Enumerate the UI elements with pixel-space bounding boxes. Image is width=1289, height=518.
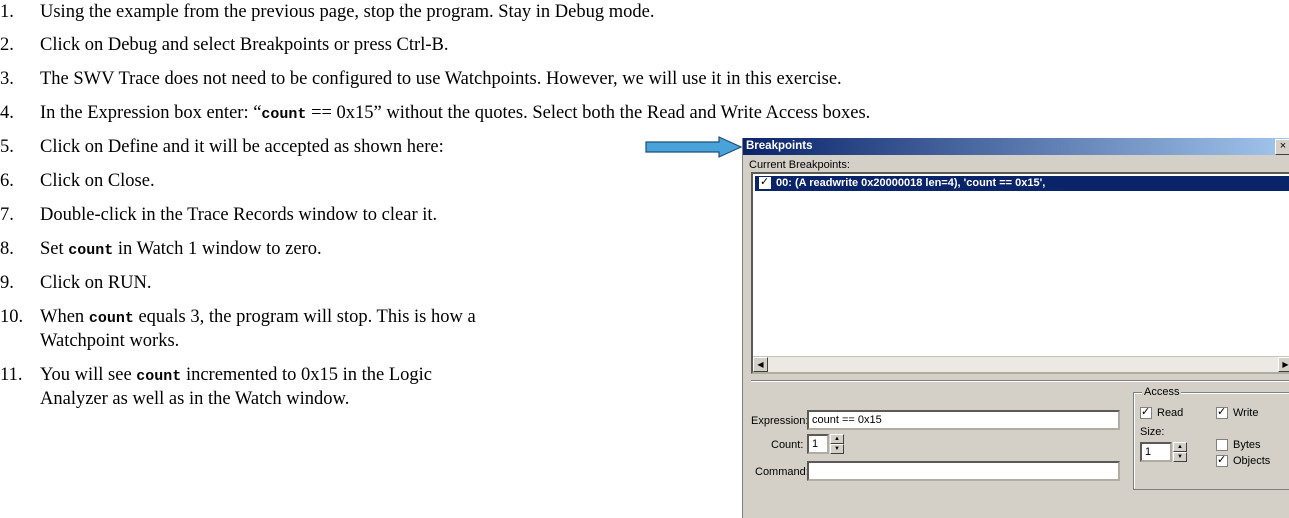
- read-checkbox[interactable]: Read: [1140, 405, 1183, 420]
- step-text: You will see count incremented to 0x15 i…: [40, 365, 433, 385]
- breakpoints-list[interactable]: 00: (A readwrite 0x20000018 len=4), 'cou…: [751, 172, 1289, 374]
- count-label: Count:: [771, 439, 804, 451]
- divider: [751, 380, 1289, 382]
- step-text: Watchpoint works.: [40, 331, 180, 351]
- dialog-title: Breakpoints: [746, 140, 813, 152]
- code-count: count: [68, 242, 114, 259]
- step-number: 1.: [0, 2, 14, 22]
- access-title: Access: [1142, 386, 1182, 398]
- step-number: 10.: [0, 307, 24, 327]
- step-text: Analyzer as well as in the Watch window.: [40, 389, 350, 409]
- step-text: Double-click in the Trace Records window…: [40, 205, 438, 225]
- step-text: In the Expression box enter: “count == 0…: [40, 103, 871, 123]
- size-label: Size:: [1140, 426, 1165, 438]
- step-text: Click on Define and it will be accepted …: [40, 137, 444, 157]
- close-icon[interactable]: ×: [1275, 139, 1289, 155]
- step-text: Click on Close.: [40, 171, 155, 191]
- step-text: Click on RUN.: [40, 273, 152, 293]
- expression-input[interactable]: count == 0x15: [807, 410, 1120, 430]
- command-label: Command:: [755, 466, 809, 478]
- step-number: 2.: [0, 35, 14, 55]
- step-text: Set count in Watch 1 window to zero.: [40, 239, 322, 259]
- count-input[interactable]: 1: [807, 434, 829, 454]
- write-check[interactable]: [1216, 405, 1228, 420]
- step-number: 9.: [0, 273, 14, 293]
- code-count: count: [136, 368, 182, 385]
- step-number: 8.: [0, 239, 14, 259]
- write-checkbox[interactable]: Write: [1216, 405, 1258, 420]
- step-number: 11.: [0, 365, 23, 385]
- current-breakpoints-label: Current Breakpoints:: [749, 159, 850, 171]
- document-page: 1. Using the example from the previous p…: [0, 0, 1289, 518]
- size-spinner[interactable]: ▲ ▼: [1173, 442, 1187, 462]
- objects-radio[interactable]: Objects: [1216, 453, 1270, 468]
- step-text: Click on Debug and select Breakpoints or…: [40, 35, 449, 55]
- step-number: 3.: [0, 69, 14, 89]
- step-number: 4.: [0, 103, 14, 123]
- scroll-left-icon[interactable]: ◀: [753, 357, 768, 372]
- horizontal-scrollbar[interactable]: ◀ ▶: [753, 356, 1289, 372]
- arrow-right-icon: [645, 136, 743, 158]
- breakpoint-entry[interactable]: 00: (A readwrite 0x20000018 len=4), 'cou…: [755, 175, 1289, 191]
- step-text: The SWV Trace does not need to be config…: [40, 69, 842, 89]
- step-text: When count equals 3, the program will st…: [40, 307, 476, 327]
- bytes-check[interactable]: [1216, 439, 1228, 452]
- read-check[interactable]: [1140, 405, 1152, 420]
- code-count: count: [261, 106, 307, 123]
- command-input[interactable]: [807, 461, 1120, 481]
- step-number: 6.: [0, 171, 14, 191]
- breakpoints-dialog: Breakpoints × Current Breakpoints: 00: (…: [742, 138, 1289, 518]
- objects-check[interactable]: [1216, 453, 1228, 468]
- step-text: Using the example from the previous page…: [40, 2, 655, 22]
- scroll-right-icon[interactable]: ▶: [1278, 357, 1289, 372]
- dialog-title-bar: Breakpoints: [743, 138, 1289, 155]
- bytes-radio[interactable]: Bytes: [1216, 439, 1261, 452]
- access-group: Access Read Write Size: 1 ▲▼ Bytes Objec…: [1133, 386, 1289, 490]
- code-count: count: [88, 310, 134, 327]
- step-number: 7.: [0, 205, 14, 225]
- step-number: 5.: [0, 137, 14, 157]
- size-input[interactable]: 1: [1140, 442, 1172, 462]
- expression-label: Expression:: [751, 415, 809, 427]
- breakpoint-enabled-checkbox[interactable]: [759, 175, 771, 190]
- count-spinner[interactable]: ▲ ▼: [830, 434, 844, 454]
